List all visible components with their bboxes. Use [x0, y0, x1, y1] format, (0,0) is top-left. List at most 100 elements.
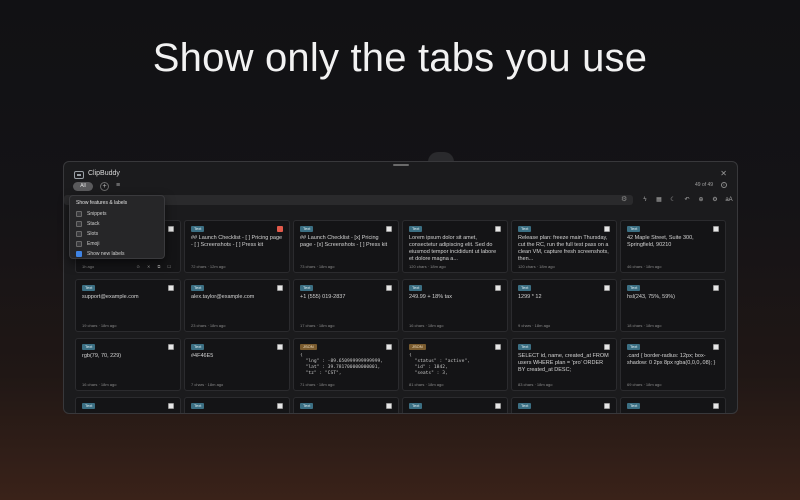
- clip-select-checkbox[interactable]: [277, 344, 283, 350]
- checkbox[interactable]: [76, 251, 82, 257]
- clip-card[interactable]: Text rgb(79, 70, 229) 16 chars · 18m ago: [75, 338, 181, 391]
- clip-card[interactable]: Text alex.taylor@example.com 23 chars · 18…: [184, 279, 290, 332]
- menu-icon[interactable]: ≡: [116, 182, 120, 189]
- clip-meta: 16 chars · 18m ago: [409, 323, 444, 328]
- clip-meta: 120 chars · 18m ago: [518, 264, 555, 269]
- clip-content: Release plan: freeze main Thursday, cut …: [518, 235, 609, 262]
- clip-type-badge: Text: [409, 226, 423, 232]
- plus-circle-icon[interactable]: ⊕: [695, 196, 707, 204]
- clip-card[interactable]: JSON { "status" : "active", "id" : 1842, …: [402, 338, 508, 391]
- clip-card[interactable]: Text #4F46E5 7 chars · 18m ago: [184, 338, 290, 391]
- clip-select-checkbox[interactable]: [495, 403, 501, 409]
- dropdown-option[interactable]: Snippets: [76, 209, 158, 219]
- clip-card[interactable]: Text Release plan: freeze main Thursday, …: [511, 220, 617, 273]
- clip-content: 42 Maple Street, Suite 300, Springfield,…: [627, 235, 696, 248]
- settings-icon[interactable]: ⚙: [709, 196, 721, 204]
- clip-card[interactable]: Text 1299 * 12 9 chars · 18m ago: [511, 279, 617, 332]
- clip-type-badge: Text: [409, 285, 423, 291]
- clip-content: rgb(79, 70, 229): [82, 353, 122, 359]
- clip-type-badge: Text: [191, 285, 205, 291]
- clip-select-checkbox[interactable]: [604, 285, 610, 291]
- clip-card[interactable]: Text 249.99 + 18% tax 16 chars · 18m ago: [402, 279, 508, 332]
- dropdown-option[interactable]: Show new labels: [76, 249, 158, 259]
- clip-type-badge: Text: [82, 285, 96, 291]
- close-icon[interactable]: ✕: [720, 169, 727, 178]
- clip-select-checkbox[interactable]: [277, 226, 283, 232]
- clip-content: alex.taylor@example.com: [191, 294, 255, 300]
- clip-select-checkbox[interactable]: [168, 344, 174, 350]
- clip-select-checkbox[interactable]: [713, 285, 719, 291]
- clip-select-checkbox[interactable]: [168, 226, 174, 232]
- clip-meta: 46 chars · 18m ago: [627, 264, 662, 269]
- checkbox[interactable]: [76, 211, 82, 217]
- clip-select-checkbox[interactable]: [386, 344, 392, 350]
- clip-select-checkbox[interactable]: [604, 344, 610, 350]
- clip-select-checkbox[interactable]: [277, 285, 283, 291]
- bolt-icon[interactable]: ϟ: [639, 196, 651, 204]
- clip-card[interactable]: Text: [293, 397, 399, 413]
- clip-meta: 71 chars · 18m ago: [300, 382, 335, 387]
- clip-card[interactable]: Text: [184, 397, 290, 413]
- clip-content: hsl(243, 75%, 59%): [627, 294, 675, 300]
- clip-meta: 16 chars · 18m ago: [82, 382, 117, 387]
- clip-select-checkbox[interactable]: [386, 226, 392, 232]
- clip-card[interactable]: Text: [402, 397, 508, 413]
- clip-card[interactable]: Text ## Launch Checklist - [ ] Pricing pa…: [184, 220, 290, 273]
- clip-select-checkbox[interactable]: [604, 403, 610, 409]
- clip-card[interactable]: Text +1 (555) 019-2837 17 chars · 18m ago: [293, 279, 399, 332]
- grid-icon[interactable]: ▦: [653, 196, 665, 204]
- moon-icon[interactable]: ☾: [667, 196, 679, 204]
- clip-type-badge: JSON: [300, 344, 317, 350]
- search-settings-icon[interactable]: ⚙: [621, 196, 627, 204]
- clip-type-badge: Text: [627, 285, 641, 291]
- clip-type-badge: Text: [518, 285, 532, 291]
- checkbox[interactable]: [76, 231, 82, 237]
- clip-select-checkbox[interactable]: [277, 403, 283, 409]
- clip-card[interactable]: Text Lorem ipsum dolor sit amet, consecte…: [402, 220, 508, 273]
- undo-icon[interactable]: ↶: [681, 196, 693, 204]
- clip-select-checkbox[interactable]: [386, 403, 392, 409]
- clip-card[interactable]: Text .card { border-radius: 12px; box-sha…: [620, 338, 726, 391]
- clip-card[interactable]: Text hsl(243, 75%, 59%) 18 chars · 18m ago: [620, 279, 726, 332]
- clip-actions[interactable]: ⊙ ✕ ⧉ ☐: [137, 264, 174, 269]
- clip-type-badge: Text: [82, 403, 96, 409]
- text-size-icon[interactable]: aA: [723, 196, 735, 204]
- clip-select-checkbox[interactable]: [168, 403, 174, 409]
- clip-card[interactable]: Text 42 Maple Street, Suite 300, Springfi…: [620, 220, 726, 273]
- clip-card[interactable]: Text: [75, 397, 181, 413]
- clip-meta: 18 chars · 18m ago: [627, 323, 662, 328]
- dropdown-option[interactable]: Stack: [76, 219, 158, 229]
- clip-select-checkbox[interactable]: [713, 344, 719, 350]
- clip-card[interactable]: Text SELECT id, name, created_at FROM use…: [511, 338, 617, 391]
- clip-type-badge: Text: [191, 344, 205, 350]
- clip-select-checkbox[interactable]: [495, 285, 501, 291]
- dropdown-option[interactable]: Emoji: [76, 239, 158, 249]
- drag-handle[interactable]: [393, 164, 409, 166]
- clip-select-checkbox[interactable]: [168, 285, 174, 291]
- filter-all-pill[interactable]: All: [73, 182, 93, 191]
- clip-count: 49 of 49: [695, 182, 714, 188]
- info-icon[interactable]: i: [721, 182, 727, 188]
- features-dropdown: Show features & labels Snippets Stack Slot…: [69, 195, 165, 259]
- clip-meta: 9 chars · 18m ago: [518, 323, 551, 328]
- dropdown-option-label: Snippets: [87, 211, 107, 217]
- clip-select-checkbox[interactable]: [495, 226, 501, 232]
- add-tab-button[interactable]: +: [100, 182, 109, 191]
- clip-type-badge: Text: [518, 226, 532, 232]
- checkbox[interactable]: [76, 221, 82, 227]
- clip-card[interactable]: Text: [511, 397, 617, 413]
- clip-select-checkbox[interactable]: [386, 285, 392, 291]
- clip-select-checkbox[interactable]: [713, 226, 719, 232]
- clip-meta: 81 chars · 18m ago: [409, 382, 444, 387]
- checkbox[interactable]: [76, 241, 82, 247]
- dropdown-option-label: Slots: [87, 231, 99, 237]
- clip-card[interactable]: Text support@example.com 19 chars · 18m ag…: [75, 279, 181, 332]
- clip-select-checkbox[interactable]: [495, 344, 501, 350]
- clip-card[interactable]: Text ## Launch Checklist - [x] Pricing pa…: [293, 220, 399, 273]
- clip-select-checkbox[interactable]: [604, 226, 610, 232]
- clip-card[interactable]: JSON { "lng" : -89.650999999999999, "lat"…: [293, 338, 399, 391]
- dropdown-option[interactable]: Slots: [76, 229, 158, 239]
- clip-type-badge: Text: [300, 226, 314, 232]
- clip-card[interactable]: Text: [620, 397, 726, 413]
- clip-select-checkbox[interactable]: [713, 403, 719, 409]
